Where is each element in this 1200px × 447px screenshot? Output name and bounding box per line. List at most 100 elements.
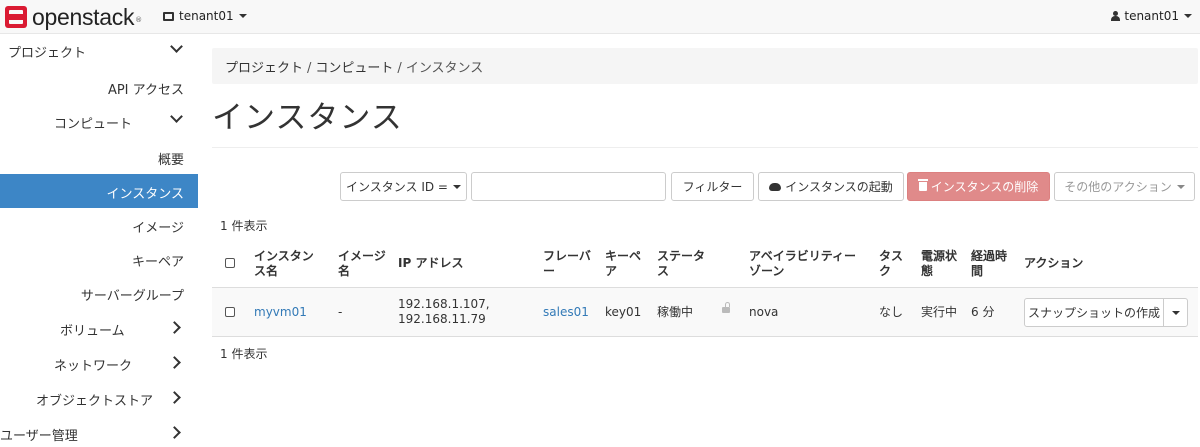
sidebar-item-label: キーペア [131,255,184,270]
column-header-name[interactable]: インスタン ス名 [254,249,314,279]
header-text: フレーバ [543,249,591,263]
create-snapshot-button[interactable]: スナップショットの作成 [1024,298,1164,327]
header-text: ク [879,264,892,278]
image-name: - [338,305,343,319]
breadcrumb-item[interactable]: コンピュート [315,61,393,76]
chevron-down-icon [170,40,183,53]
header-text: 間 [971,264,984,278]
caret-down-icon [1176,184,1185,189]
filter-field-label: インスタンス ID = [346,180,448,194]
header-text: アベイラビリティー [749,249,857,263]
chevron-right-icon [168,391,181,404]
breadcrumb-separator: / [397,61,402,76]
column-header-ip[interactable]: IP アドレス [398,256,463,271]
header-text: 経過時 [971,249,1008,263]
caret-down-icon [452,184,461,189]
sidebar-item-identity[interactable]: ユーザー管理 [0,416,198,447]
sidebar-item-label: ネットワーク [54,359,133,374]
user-menu[interactable]: tenant01 [1111,9,1192,23]
sidebar-item-project[interactable]: プロジェクト [0,34,198,68]
column-header-task[interactable]: タスク [879,249,903,279]
delete-instances-button[interactable]: インスタンスの削除 [907,172,1050,201]
instance-name-link[interactable]: myvm01 [254,305,307,320]
chevron-down-icon [170,110,183,123]
breadcrumb-separator: / [307,61,312,76]
sidebar-item-server-groups[interactable]: サーバーグループ [0,276,198,310]
row-actions-dropdown[interactable] [1163,298,1188,327]
sidebar-item-images[interactable]: イメージ [0,208,198,242]
sidebar-item-volumes[interactable]: ボリューム [0,311,198,345]
flavor-link[interactable]: sales01 [543,305,589,320]
filter-field-dropdown[interactable]: インスタンス ID = [340,172,467,201]
delete-instances-label: インスタンスの削除 [930,180,1039,194]
project-picker-label: tenant01 [179,9,234,23]
sidebar-item-overview[interactable]: 概要 [0,140,198,174]
column-header-flavor[interactable]: フレーバー [543,249,591,279]
column-header-age[interactable]: 経過時間 [971,249,1007,279]
sidebar-item-keypairs[interactable]: キーペア [0,242,198,276]
sidebar-item-label: プロジェクト [8,46,87,61]
item-count: 1 件表示 [220,347,268,361]
header-text: ア [605,264,618,278]
sidebar-item-label: API アクセス [107,83,184,98]
sidebar-item-label: ユーザー管理 [0,429,78,444]
breadcrumb-current: インスタンス [405,61,484,76]
table-bottom-divider [212,336,1198,337]
sidebar-item-label: サーバーグループ [80,289,184,304]
sidebar-item-compute[interactable]: コンピュート [0,104,198,138]
create-snapshot-label: スナップショットの作成 [1027,306,1160,320]
openstack-logo-icon [5,6,27,28]
divider [212,147,1198,148]
row-checkbox[interactable] [225,307,235,317]
availability-zone: nova [749,305,779,319]
ip-address: 192.168.1.107, [398,297,490,311]
chevron-right-icon [168,321,181,334]
column-header-actions: アクション [1024,256,1084,270]
task-text: なし [879,305,904,319]
filter-button-label: フィルター [682,180,743,194]
filter-button[interactable]: フィルター [671,172,754,201]
top-navbar: openstack ® tenant01 tenant01 [0,0,1200,34]
column-header-status[interactable]: ステータス [657,249,705,279]
unlock-icon [722,302,730,313]
chevron-right-icon [168,426,181,439]
breadcrumb: プロジェクト / コンピュート / インスタンス [212,48,1198,84]
monitor-icon [163,11,174,21]
breadcrumb-item[interactable]: プロジェクト [225,61,303,76]
sidebar-item-object-store[interactable]: オブジェクトストア [0,381,198,415]
select-all-checkbox[interactable] [225,258,235,268]
column-header-keypair[interactable]: キーペア [605,249,641,279]
column-header-power-state[interactable]: 電源状態 [921,249,957,279]
header-text: イメージ [338,249,386,263]
caret-down-icon [1184,14,1192,18]
project-picker[interactable]: tenant01 [163,9,247,23]
sidebar-item-network[interactable]: ネットワーク [0,346,198,380]
sidebar-item-label: インスタンス [106,187,184,202]
brand-logo[interactable]: openstack ® [5,4,142,30]
more-actions-dropdown[interactable]: その他のアクション [1054,172,1195,201]
filter-input[interactable] [471,172,666,201]
page-title: インスタンス [212,100,403,136]
sidebar: プロジェクト API アクセス コンピュート 概要 インスタンス イメージ キー… [0,34,198,447]
sidebar-item-instances[interactable]: インスタンス [0,174,198,208]
cloud-upload-icon [769,182,782,191]
header-text: インスタン [254,249,314,263]
header-text: ゾーン [749,264,785,278]
launch-instance-button[interactable]: インスタンスの起動 [758,172,904,201]
column-header-image[interactable]: イメージ名 [338,249,386,279]
item-count: 1 件表示 [220,219,268,233]
column-header-availability-zone[interactable]: アベイラビリティー ゾーン [749,249,856,279]
sidebar-item-label: 概要 [157,153,184,168]
sidebar-item-label: イメージ [132,221,184,236]
caret-down-icon [238,14,247,18]
ip-addresses: 192.168.1.107, 192.168.11.79 [398,297,490,327]
trash-icon [917,179,928,191]
chevron-right-icon [168,356,181,369]
sidebar-item-label: オブジェクトストア [36,394,154,409]
caret-down-icon [1171,310,1180,315]
brand-name: openstack [32,3,135,30]
sidebar-item-label: ボリューム [60,324,125,339]
header-text: 名 [338,264,351,278]
sidebar-item-api-access[interactable]: API アクセス [0,70,198,104]
keypair-name: key01 [605,305,642,319]
